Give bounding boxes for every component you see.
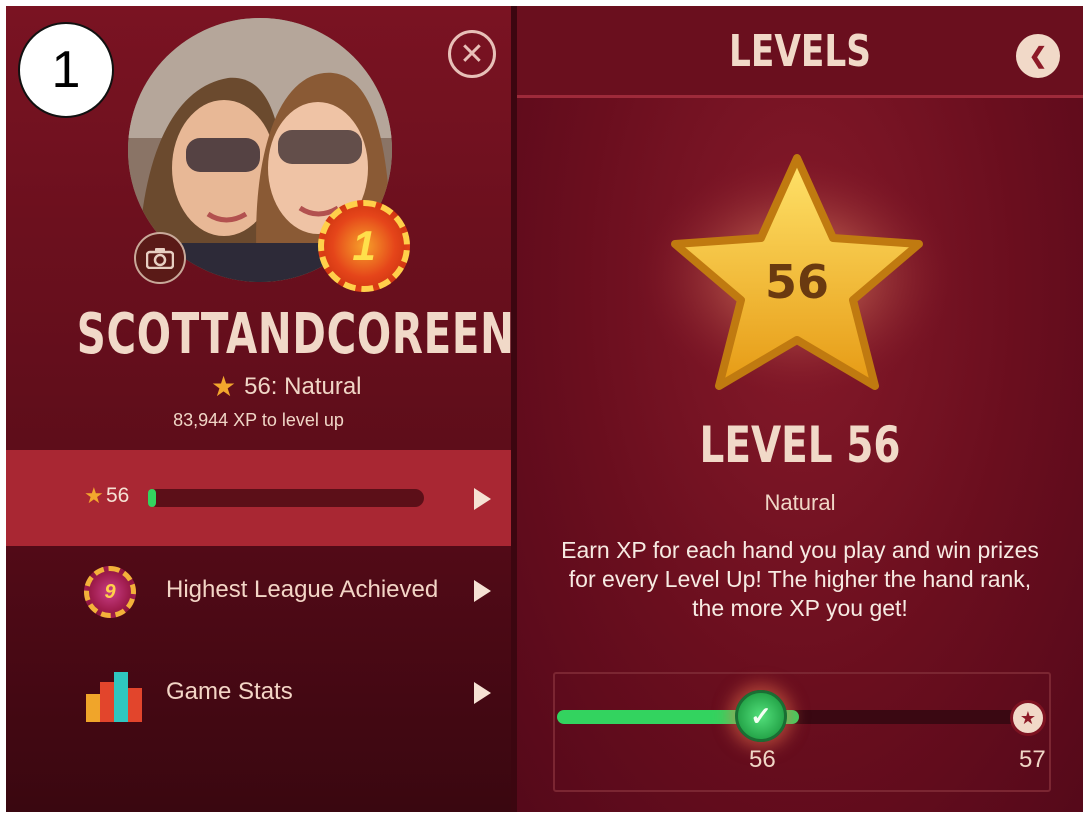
current-level-label: 56 [749, 746, 776, 773]
next-level-label: 57 [1019, 746, 1046, 773]
level-title: LEVEL 56 [699, 416, 901, 474]
chevron-left-icon: ❮ [1028, 43, 1048, 68]
close-icon: ✕ [459, 37, 485, 71]
level-description: Earn XP for each hand you play and win p… [561, 537, 1039, 621]
league-chip-badge: 1 [318, 200, 410, 292]
current-level-check-icon: ✓ [735, 690, 787, 742]
chevron-right-icon[interactable] [474, 580, 491, 602]
level-number: 56 [106, 484, 130, 507]
chip-number: 1 [352, 222, 376, 269]
chevron-right-icon [474, 488, 491, 510]
level-star-icon: 56 [637, 154, 957, 396]
level-name: Natural [764, 490, 836, 515]
game-profile-screen: 1 ✕ SCOTTANDCOREEN ★ 56: Natural 83,944 … [6, 6, 1083, 812]
level-progress-box [553, 672, 1051, 792]
rank-line: ★ 56: Natural [211, 370, 362, 403]
xp-to-level: 83,944 XP to level up [173, 410, 344, 430]
star-icon: ★ [84, 483, 104, 508]
username: SCOTTANDCOREEN [76, 302, 515, 367]
camera-icon [146, 248, 174, 269]
bar-chart-icon [86, 672, 142, 722]
next-level-star-icon: ★ [1010, 700, 1046, 736]
level-progress-track [557, 710, 1041, 724]
change-photo-button[interactable] [134, 232, 186, 284]
step-number-badge: 1 [18, 22, 114, 118]
chevron-right-icon[interactable] [474, 682, 491, 704]
back-button[interactable]: ❮ [1016, 34, 1060, 78]
rank-label: 56: Natural [244, 372, 362, 400]
levels-panel: LEVELS ❮ 56 LEVEL 56 Natural Earn XP for… [517, 6, 1083, 812]
league-chip-icon: 9 [84, 566, 136, 618]
close-button[interactable]: ✕ [448, 30, 496, 78]
star-level-number: 56 [765, 255, 829, 309]
league-chip-number: 9 [104, 580, 116, 603]
level-progress-fill [148, 489, 157, 507]
menu-item-highest-league[interactable]: Highest League Achieved [166, 576, 438, 604]
star-icon: ★ [211, 371, 237, 402]
menu-item-game-stats[interactable]: Game Stats [166, 678, 293, 706]
menu-item-levels[interactable]: ★ 56 [6, 450, 511, 546]
level-progress-bar [148, 489, 424, 507]
profile-panel: 1 ✕ SCOTTANDCOREEN ★ 56: Natural 83,944 … [6, 6, 515, 812]
page-title: LEVELS [729, 26, 871, 77]
